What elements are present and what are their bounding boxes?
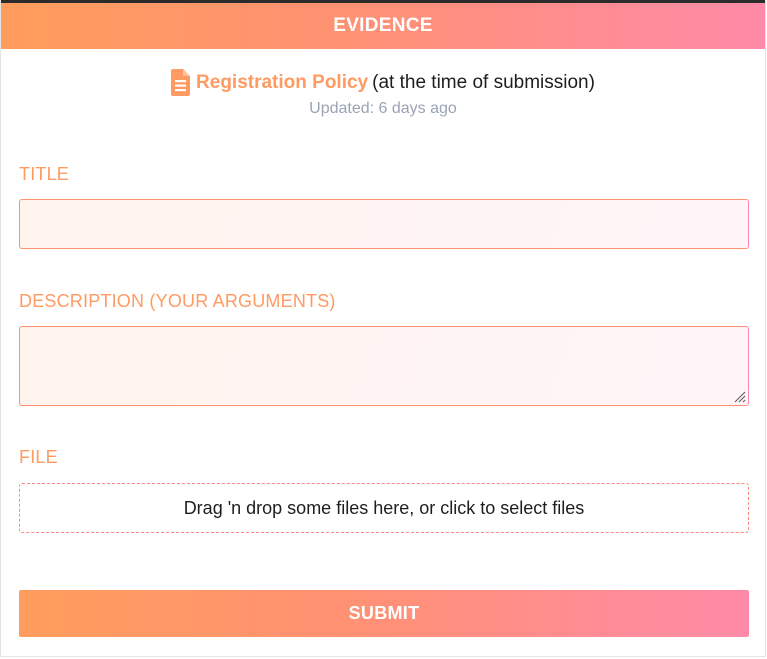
policy-line: Registration Policy (at the time of subm… xyxy=(1,69,765,96)
title-input[interactable] xyxy=(20,200,748,248)
header-bar: EVIDENCE xyxy=(1,3,765,49)
document-icon xyxy=(171,69,191,96)
file-dropzone[interactable]: Drag 'n drop some files here, or click t… xyxy=(19,483,749,533)
description-label: DESCRIPTION (YOUR ARGUMENTS) xyxy=(19,291,336,311)
file-label: FILE xyxy=(19,447,58,467)
resize-handle-icon[interactable] xyxy=(732,389,746,403)
description-field-wrap xyxy=(19,326,749,406)
dropzone-text: Drag 'n drop some files here, or click t… xyxy=(183,497,585,518)
submit-button[interactable]: SUBMIT xyxy=(19,590,749,637)
updated-timestamp: Updated: 6 days ago xyxy=(309,100,457,117)
registration-policy-link[interactable]: Registration Policy xyxy=(196,72,368,94)
title-field-wrap xyxy=(19,199,749,249)
title-label: TITLE xyxy=(19,164,70,184)
policy-suffix: (at the time of submission) xyxy=(372,71,595,93)
description-textarea[interactable] xyxy=(20,327,748,405)
evidence-form-card: EVIDENCE Registration Policy (at the tim… xyxy=(0,0,766,657)
header-title: EVIDENCE xyxy=(333,15,433,36)
